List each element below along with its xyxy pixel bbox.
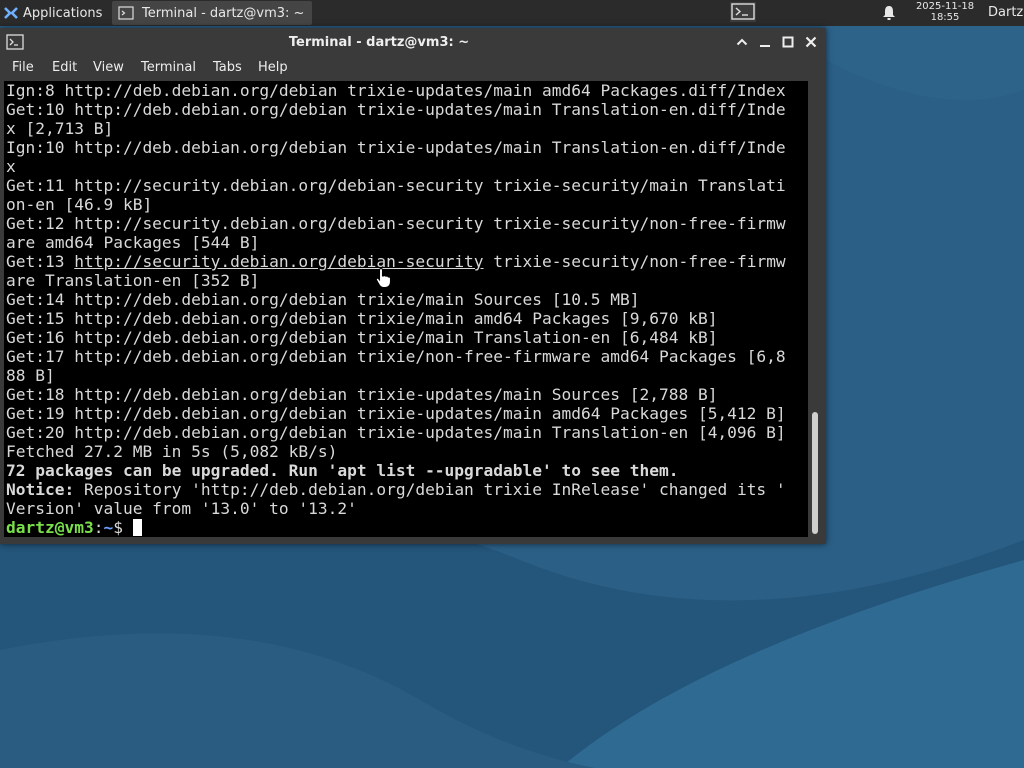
terminal-segment: Repository 'http://deb.debian.org/debian…: [74, 480, 786, 499]
prompt-symbol: $: [113, 518, 133, 537]
terminal-text: Ign:8 http://deb.debian.org/debian trixi…: [4, 81, 808, 537]
terminal-segment: Fetched 27.2 MB in 5s (5,082 kB/s): [6, 442, 338, 461]
terminal-segment: 88 B]: [6, 366, 55, 385]
terminal-segment: trixie-security/non-free-firmw: [483, 252, 786, 271]
terminal-segment: Ign:8 http://deb.debian.org/debian trixi…: [6, 81, 786, 100]
terminal-window: Terminal - dartz@vm3: ~ File Edit View T…: [0, 28, 826, 544]
bell-icon[interactable]: [882, 5, 896, 21]
applications-label: Applications: [23, 5, 103, 21]
terminal-line: Get:11 http://security.debian.org/debian…: [6, 176, 786, 195]
maximize-up-icon[interactable]: [734, 34, 750, 50]
menu-terminal[interactable]: Terminal: [141, 60, 196, 75]
terminal-line: on-en [46.9 kB]: [6, 195, 152, 214]
terminal-segment: Get:17 http://deb.debian.org/debian trix…: [6, 347, 786, 366]
terminal-line: Fetched 27.2 MB in 5s (5,082 kB/s): [6, 442, 337, 461]
menu-file[interactable]: File: [12, 60, 34, 75]
text-cursor: [132, 519, 142, 536]
terminal-segment: Version' value from '13.0' to '13.2': [6, 499, 357, 518]
terminal-segment: on-en [46.9 kB]: [6, 195, 153, 214]
terminal-line: 72 packages can be upgraded. Run 'apt li…: [6, 461, 678, 480]
terminal-line: Version' value from '13.0' to '13.2': [6, 499, 357, 518]
close-icon[interactable]: [803, 34, 819, 50]
menu-bar: File Edit View Terminal Tabs Help: [0, 56, 826, 80]
terminal-segment: Get:13: [6, 252, 75, 271]
window-title: Terminal - dartz@vm3: ~: [288, 35, 470, 50]
terminal-launcher-icon[interactable]: [729, 1, 757, 23]
prompt-user: dartz@vm3: [6, 518, 94, 537]
terminal-line: x [2,713 B]: [6, 119, 113, 138]
prompt-path: ~: [103, 518, 114, 537]
terminal-line: Get:12 http://security.debian.org/debian…: [6, 214, 786, 233]
terminal-line: are Translation-en [352 B]: [6, 271, 259, 290]
terminal-segment: Get:19 http://deb.debian.org/debian trix…: [6, 404, 786, 423]
applications-menu-button[interactable]: Applications: [0, 0, 110, 26]
terminal-line: Get:13 http://security.debian.org/debian…: [6, 252, 786, 271]
terminal-segment: Get:16 http://deb.debian.org/debian trix…: [6, 328, 718, 347]
terminal-line: Ign:10 http://deb.debian.org/debian trix…: [6, 138, 786, 157]
terminal-segment: are Translation-en [352 B]: [6, 271, 260, 290]
scrollbar-thumb[interactable]: [812, 412, 818, 534]
terminal-segment: are amd64 Packages [544 B]: [6, 233, 260, 252]
terminal-segment: Ign:10 http://deb.debian.org/debian trix…: [6, 138, 786, 157]
terminal-segment: Get:15 http://deb.debian.org/debian trix…: [6, 309, 718, 328]
terminal-output[interactable]: Ign:8 http://deb.debian.org/debian trixi…: [4, 81, 808, 537]
terminal-line: x: [6, 157, 16, 176]
terminal-segment: Get:20 http://deb.debian.org/debian trix…: [6, 423, 786, 442]
terminal-segment: Get:18 http://deb.debian.org/debian trix…: [6, 385, 718, 404]
panel-clock[interactable]: 2025-11-18 18:55: [906, 1, 984, 23]
terminal-segment: x: [6, 157, 16, 176]
menu-edit[interactable]: Edit: [52, 60, 77, 75]
terminal-scrollbar[interactable]: [808, 81, 822, 537]
xfce-logo-icon: [4, 7, 18, 19]
terminal-icon: [118, 6, 134, 20]
shell-prompt: dartz@vm3:~$: [6, 518, 142, 537]
terminal-line: Notice: Repository 'http://deb.debian.or…: [6, 480, 786, 499]
user-menu-label[interactable]: Dartz: [988, 5, 1023, 20]
terminal-segment: Get:11 http://security.debian.org/debian…: [6, 176, 786, 195]
terminal-line: Get:10 http://deb.debian.org/debian trix…: [6, 100, 786, 119]
terminal-segment: Get:14 http://deb.debian.org/debian trix…: [6, 290, 640, 309]
terminal-segment: Get:12 http://security.debian.org/debian…: [6, 214, 786, 233]
taskbar-terminal-label: Terminal - dartz@vm3: ~: [142, 5, 305, 21]
terminal-link[interactable]: http://security.debian.org/debian-securi…: [74, 252, 483, 271]
terminal-line: Get:18 http://deb.debian.org/debian trix…: [6, 385, 717, 404]
minimize-icon[interactable]: [757, 34, 773, 50]
clock-time: 18:55: [930, 12, 960, 23]
terminal-segment: 72 packages can be upgraded. Run 'apt li…: [6, 461, 679, 480]
terminal-line: Get:15 http://deb.debian.org/debian trix…: [6, 309, 717, 328]
terminal-line: 88 B]: [6, 366, 55, 385]
terminal-line: Get:20 http://deb.debian.org/debian trix…: [6, 423, 786, 442]
window-titlebar[interactable]: Terminal - dartz@vm3: ~: [0, 28, 826, 56]
menu-view[interactable]: View: [93, 60, 124, 75]
menu-tabs[interactable]: Tabs: [213, 60, 242, 75]
terminal-line: Get:14 http://deb.debian.org/debian trix…: [6, 290, 639, 309]
terminal-line: Get:16 http://deb.debian.org/debian trix…: [6, 328, 717, 347]
terminal-segment: Get:10 http://deb.debian.org/debian trix…: [6, 100, 786, 119]
terminal-line: Get:19 http://deb.debian.org/debian trix…: [6, 404, 786, 423]
terminal-line: are amd64 Packages [544 B]: [6, 233, 259, 252]
mouse-pointer-icon: [375, 267, 392, 289]
terminal-line: Ign:8 http://deb.debian.org/debian trixi…: [6, 81, 786, 100]
restore-icon[interactable]: [780, 34, 796, 50]
top-panel: Applications Terminal - dartz@vm3: ~ 202…: [0, 0, 1024, 26]
taskbar-terminal-button[interactable]: Terminal - dartz@vm3: ~: [112, 1, 312, 25]
terminal-line: Get:17 http://deb.debian.org/debian trix…: [6, 347, 786, 366]
terminal-segment: Notice:: [6, 480, 75, 499]
prompt-separator: :: [93, 518, 104, 537]
menu-help[interactable]: Help: [258, 60, 288, 75]
terminal-segment: x [2,713 B]: [6, 119, 114, 138]
clock-date: 2025-11-18: [915, 1, 975, 12]
